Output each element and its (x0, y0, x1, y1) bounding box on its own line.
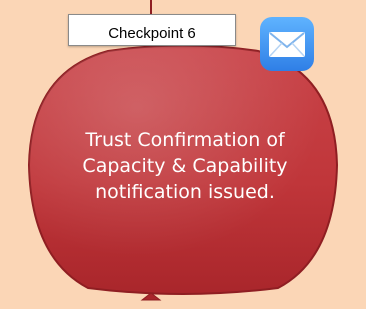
node-caption: Trust Confirmation of Capacity & Capabil… (55, 127, 315, 205)
checkpoint-label-text: Checkpoint 6 (108, 25, 196, 42)
checkpoint-label: Checkpoint 6 (68, 14, 236, 46)
node-caption-line-2: Capacity & Capability (82, 155, 288, 177)
node-caption-line-1: Trust Confirmation of (85, 129, 285, 151)
node-caption-line-3: notification issued. (95, 181, 275, 203)
envelope-mail-icon (259, 16, 315, 72)
